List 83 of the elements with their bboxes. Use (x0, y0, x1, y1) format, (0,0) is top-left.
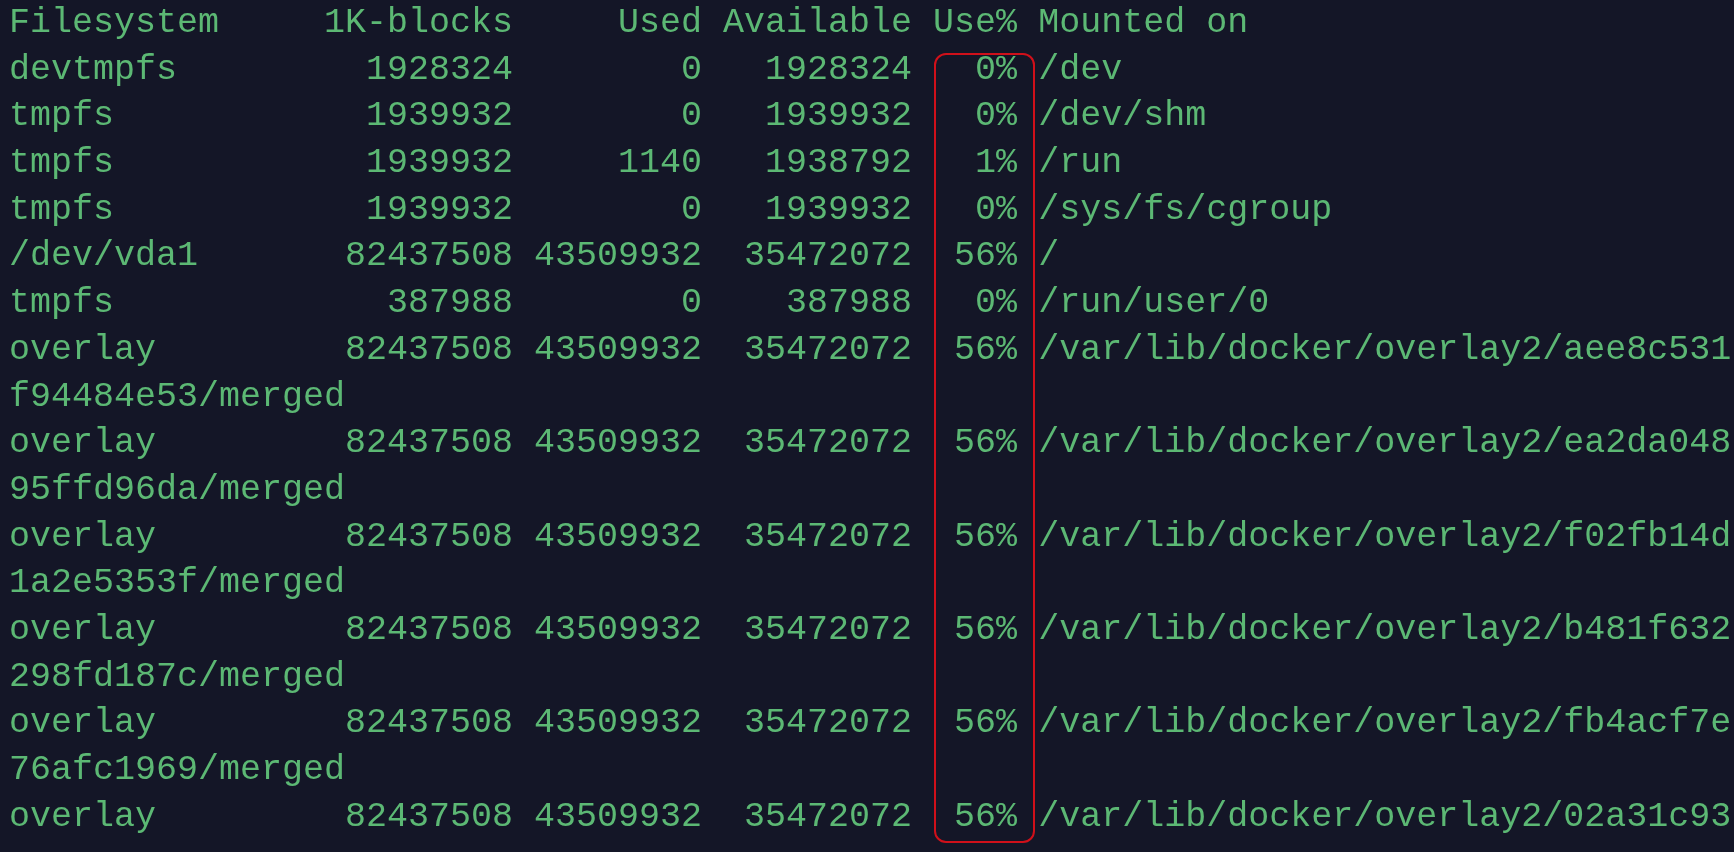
table-cell-text: 1939932 (365, 95, 514, 139)
table-cell-text: tmpfs (9, 142, 116, 186)
table-cell-text: 43509932 (533, 515, 703, 559)
table-cell-text: 56% (953, 422, 1018, 466)
table-cell-text: 1% (974, 142, 1018, 186)
table-cell-text: /var/lib/docker/overlay2/aee8c531 (1038, 328, 1732, 372)
table-cell-text: /var/lib/docker/overlay2/02a31c93 (1038, 795, 1732, 839)
table-cell-text: overlay (9, 328, 158, 372)
table-cell-text: 0% (974, 188, 1018, 232)
table-cell-text: devtmpfs (9, 48, 179, 92)
table-cell-text: 298fd187c/merged (9, 655, 346, 699)
table-cell-text: /var/lib/docker/overlay2/f02fb14d (1038, 515, 1732, 559)
table-cell-text: 0% (974, 48, 1018, 92)
table-cell-text: 82437508 (344, 235, 514, 279)
table-cell-text: 43509932 (533, 422, 703, 466)
table-cell-text: 0% (974, 95, 1018, 139)
table-cell-text: /sys/fs/cgroup (1038, 188, 1333, 232)
table-cell-text: 1928324 (365, 48, 514, 92)
table-cell-text: 95ffd96da/merged (9, 468, 346, 512)
column-header: Filesystem (9, 2, 221, 45)
table-cell-text: overlay (9, 702, 158, 746)
table-cell-text: 1939932 (365, 188, 514, 232)
table-cell-text: 56% (953, 795, 1018, 839)
table-cell-text: / (1038, 235, 1060, 279)
table-cell-text: 43509932 (533, 328, 703, 372)
table-cell-text: 82437508 (344, 795, 514, 839)
table-cell-text: /dev (1038, 48, 1123, 92)
table-cell-text: 56% (953, 515, 1018, 559)
table-cell-text: 35472072 (743, 422, 913, 466)
table-cell-text: 82437508 (344, 515, 514, 559)
table-cell-text: 35472072 (743, 702, 913, 746)
table-cell-text: 82437508 (344, 608, 514, 652)
table-cell-text: /dev/shm (1038, 95, 1207, 139)
table-cell-text: tmpfs (9, 95, 116, 139)
table-cell-text: 1939932 (764, 188, 913, 232)
table-cell-text: 0% (974, 282, 1018, 326)
table-cell-text: 0 (680, 95, 703, 139)
table-cell-text: overlay (9, 795, 158, 839)
column-header: Used (617, 2, 703, 45)
table-cell-text: 35472072 (743, 515, 913, 559)
table-cell-text: 1938792 (764, 142, 913, 186)
column-header: Mounted on (1038, 2, 1249, 45)
table-cell-text: /run/user/0 (1038, 282, 1270, 326)
table-cell-text: 35472072 (743, 795, 913, 839)
table-cell-text: 43509932 (533, 795, 703, 839)
table-cell-text: 0 (680, 188, 703, 232)
table-cell-text: overlay (9, 422, 158, 466)
table-cell-text: overlay (9, 608, 158, 652)
table-cell-text: 56% (953, 702, 1018, 746)
table-cell-text: /var/lib/docker/overlay2/ea2da048 (1038, 422, 1732, 466)
table-cell-text: 1939932 (365, 142, 514, 186)
table-cell-text: 56% (953, 235, 1018, 279)
table-cell-text: 1928324 (764, 48, 913, 92)
table-cell-text: 56% (953, 328, 1018, 372)
table-cell-text: 35472072 (743, 235, 913, 279)
table-cell-text: 43509932 (533, 235, 703, 279)
table-cell-text: tmpfs (9, 282, 116, 326)
table-cell-text: 387988 (386, 282, 514, 326)
table-cell-text: 82437508 (344, 702, 514, 746)
table-cell-text: 82437508 (344, 328, 514, 372)
table-cell-text: 35472072 (743, 608, 913, 652)
table-cell-text: 76afc1969/merged (9, 749, 346, 792)
table-cell-text: 0 (680, 48, 703, 92)
table-cell-text: 1a2e5353f/merged (9, 562, 346, 606)
table-cell-text: /var/lib/docker/overlay2/fb4acf7e (1038, 702, 1732, 746)
table-cell-text: 387988 (785, 282, 913, 326)
table-cell-text: 56% (953, 608, 1018, 652)
table-cell-text: overlay (9, 515, 158, 559)
table-cell-text: 43509932 (533, 608, 703, 652)
table-cell-text: 43509932 (533, 702, 703, 746)
table-cell-text: /run (1038, 142, 1123, 186)
table-cell-text: 35472072 (743, 328, 913, 372)
table-cell-text: f94484e53/merged (9, 375, 346, 419)
table-cell-text: 1140 (617, 142, 703, 186)
table-cell-text: 1939932 (764, 95, 913, 139)
table-cell-text: 82437508 (344, 422, 514, 466)
table-cell-text: /var/lib/docker/overlay2/b481f632 (1038, 608, 1732, 652)
column-header: 1K-blocks (324, 2, 514, 45)
table-cell-text: /dev/vda1 (9, 235, 200, 279)
column-header: Use% (932, 2, 1018, 45)
column-header: Available (722, 2, 913, 45)
table-cell-text: 0 (680, 282, 703, 326)
table-cell-text: tmpfs (9, 188, 116, 232)
